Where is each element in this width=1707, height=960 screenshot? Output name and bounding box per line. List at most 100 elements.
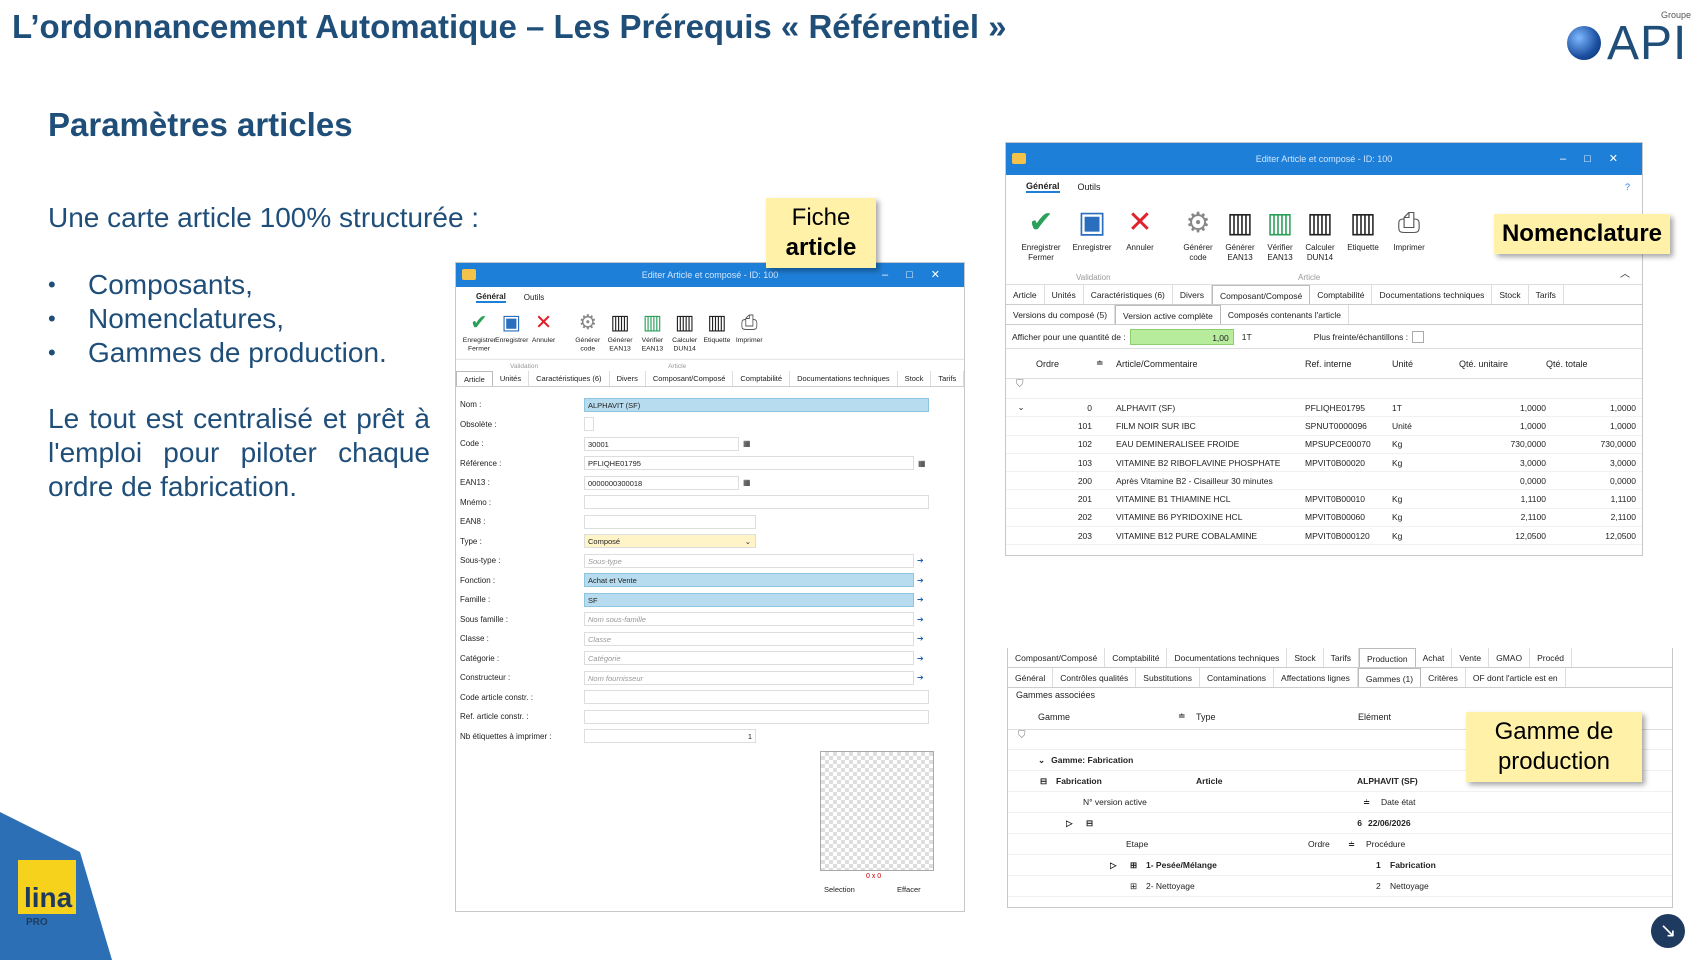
tab-caracteristiques[interactable]: Caractéristiques (6) <box>529 371 610 386</box>
save-close-button[interactable]: ✔ Enregistrer Fermer <box>1014 203 1068 280</box>
save-button[interactable]: ▣ Enregistrer <box>495 310 528 355</box>
tab-tarifs[interactable]: Tarifs <box>1529 285 1564 304</box>
save-close-button[interactable]: ✔ Enregistrer Fermer <box>463 310 496 355</box>
col-gamme[interactable]: Gamme <box>1038 712 1178 722</box>
etape-row[interactable]: ▷ ⊞ 1- Pesée/Mélange 1 Fabrication <box>1008 855 1672 876</box>
tab-divers[interactable]: Divers <box>610 371 646 386</box>
classe-field[interactable]: Classe <box>584 631 914 646</box>
tab-stock[interactable]: Stock <box>898 371 932 386</box>
next-slide-icon[interactable]: ↘ <box>1651 914 1685 948</box>
tab-composant[interactable]: Composant/Composé <box>1008 648 1106 667</box>
label-button[interactable]: ▥ Etiquette <box>701 310 733 355</box>
tab-versions[interactable]: Versions du composé (5) <box>1006 305 1116 324</box>
categorie-field[interactable]: Catégorie <box>584 651 914 666</box>
tab-stock[interactable]: Stock <box>1287 648 1324 667</box>
tab-of[interactable]: OF dont l'article est en <box>1466 668 1566 687</box>
tab-substitutions[interactable]: Substitutions <box>1136 668 1200 687</box>
ean8-field[interactable] <box>584 514 756 529</box>
generate-ean-button[interactable]: ▥ Générer EAN13 <box>604 310 636 355</box>
table-row[interactable]: ⌄ 0 ALPHAVIT (SF) PFLIQHE01795 1T 1,0000 1,000… <box>1006 399 1642 418</box>
tab-article[interactable]: Article <box>456 371 493 386</box>
tab-composes-contenants[interactable]: Composés contenants l'article <box>1221 305 1349 324</box>
table-row[interactable]: 202 VITAMINE B6 PYRIDOXINE HCL MPVIT0B0006… <box>1006 509 1642 528</box>
sous-type-field[interactable]: Sous-type <box>584 553 914 568</box>
reference-field[interactable]: PFLIQHE01795 <box>584 456 914 471</box>
col-element[interactable]: Elément <box>1358 712 1478 722</box>
tab-tarifs[interactable]: Tarifs <box>1324 648 1359 667</box>
table-row[interactable]: 101 FILM NOIR SUR IBC SPNUT0000096 Unité 1,0… <box>1006 417 1642 436</box>
fonction-field[interactable]: Achat et Vente <box>584 573 914 588</box>
tab-achat[interactable]: Achat <box>1416 648 1453 667</box>
arrow-right-icon[interactable]: ➔ <box>917 634 924 643</box>
tab-version-active[interactable]: Version active complète <box>1115 305 1221 324</box>
filter-icon[interactable]: ⛉ <box>1006 379 1642 399</box>
collapse-ribbon-icon[interactable]: ︿ <box>1620 265 1630 280</box>
menu-outils[interactable]: Outils <box>1078 182 1101 192</box>
etape-row[interactable]: ⊞ 2- Nettoyage 2 Nettoyage <box>1008 876 1672 897</box>
mnemo-field[interactable] <box>584 495 929 510</box>
nom-field[interactable]: ALPHAVIT (SF) <box>584 397 929 412</box>
tab-unites[interactable]: Unités <box>1045 285 1084 304</box>
arrow-right-icon[interactable]: ➔ <box>917 595 924 604</box>
code-constr-field[interactable] <box>584 690 929 705</box>
nb-etiquettes-field[interactable]: 1 <box>584 729 756 744</box>
tab-controles[interactable]: Contrôles qualités <box>1053 668 1137 687</box>
print-button[interactable]: ⎙ Imprimer <box>1386 203 1432 280</box>
arrow-right-icon[interactable]: ➔ <box>917 556 924 565</box>
tab-general[interactable]: Général <box>1008 668 1054 687</box>
tab-comptabilite[interactable]: Comptabilité <box>1310 285 1373 304</box>
arrow-right-icon[interactable]: ➔ <box>917 673 924 682</box>
menu-general[interactable]: Général <box>476 292 506 303</box>
tab-vente[interactable]: Vente <box>1452 648 1490 667</box>
arrow-right-icon[interactable]: ➔ <box>917 576 924 585</box>
print-button[interactable]: ⎙ Imprimer <box>733 310 765 355</box>
generate-ean-button[interactable]: ▥ Générer EAN13 <box>1220 203 1260 280</box>
calc-dun-button[interactable]: ▥ Calculer DUN14 <box>1300 203 1340 280</box>
table-row[interactable]: 200 Après Vitamine B2 - Cisailleur 30 min… <box>1006 472 1642 491</box>
calc-dun-button[interactable]: ▥ Calculer DUN14 <box>669 310 701 355</box>
tab-criteres[interactable]: Critères <box>1421 668 1466 687</box>
tab-gmao[interactable]: GMAO <box>1489 648 1531 667</box>
tab-comptabilite[interactable]: Comptabilité <box>733 371 791 386</box>
tab-affectations[interactable]: Affectations lignes <box>1274 668 1358 687</box>
sous-famille-field[interactable]: Nom sous-famille <box>584 612 914 627</box>
check-ean-button[interactable]: ▥ Vérifier EAN13 <box>636 310 668 355</box>
tab-documentations[interactable]: Documentations techniques <box>1372 285 1493 304</box>
tab-stock[interactable]: Stock <box>1492 285 1529 304</box>
tab-procede[interactable]: Procéd <box>1530 648 1573 667</box>
table-row[interactable]: 103 VITAMINE B2 RIBOFLAVINE PHOSPHATE MPVI… <box>1006 454 1642 473</box>
generate-code-button[interactable]: ⚙ Générer code <box>1176 203 1220 280</box>
menu-general[interactable]: Général <box>1026 181 1060 193</box>
selection-button[interactable]: Selection <box>824 885 855 894</box>
check-ean-button[interactable]: ▥ Vérifier EAN13 <box>1260 203 1300 280</box>
qr-icon[interactable]: ▦ <box>918 459 926 468</box>
table-row[interactable]: 203 VITAMINE B12 PURE COBALAMINE MPVIT0B00… <box>1006 527 1642 546</box>
col-article[interactable]: Article/Commentaire <box>1116 359 1305 369</box>
tab-composant[interactable]: Composant/Composé <box>1211 285 1311 304</box>
ref-constr-field[interactable] <box>584 709 929 724</box>
tab-tarifs[interactable]: Tarifs <box>931 371 964 386</box>
cancel-button[interactable]: ✕ Annuler <box>527 310 559 355</box>
table-row[interactable]: 201 VITAMINE B1 THIAMINE HCL MPVIT0B00010 K… <box>1006 490 1642 509</box>
menu-outils[interactable]: Outils <box>524 293 544 302</box>
col-qte-unitaire[interactable]: Qté. unitaire <box>1459 359 1546 369</box>
qr-icon[interactable]: ▦ <box>743 478 751 487</box>
save-button[interactable]: ▣ Enregistrer <box>1068 203 1116 280</box>
qty-input[interactable]: 1,00 <box>1129 328 1234 345</box>
obsolete-checkbox[interactable] <box>584 417 594 432</box>
window-controls[interactable]: ‒□✕ <box>882 263 958 287</box>
col-ref-interne[interactable]: Ref. interne <box>1305 359 1392 369</box>
version-row[interactable]: ▷ ⊟ 6 22/06/2026 <box>1008 813 1672 834</box>
constructeur-field[interactable]: Nom fournisseur <box>584 670 914 685</box>
table-row[interactable]: 102 EAU DEMINERALISEE FROIDE MPSUPCE00070 K… <box>1006 436 1642 454</box>
effacer-button[interactable]: Effacer <box>897 885 921 894</box>
code-field[interactable]: 30001 <box>584 436 739 451</box>
generate-code-button[interactable]: ⚙ Générer code <box>572 310 604 355</box>
col-ordre[interactable]: Ordre <box>1036 359 1096 369</box>
col-unite[interactable]: Unité <box>1392 359 1459 369</box>
col-type[interactable]: Type <box>1196 712 1358 722</box>
famille-field[interactable]: SF <box>584 592 914 607</box>
tab-documentations[interactable]: Documentations techniques <box>790 371 898 386</box>
cancel-button[interactable]: ✕ Annuler <box>1116 203 1164 280</box>
tab-documentations[interactable]: Documentations techniques <box>1167 648 1288 667</box>
